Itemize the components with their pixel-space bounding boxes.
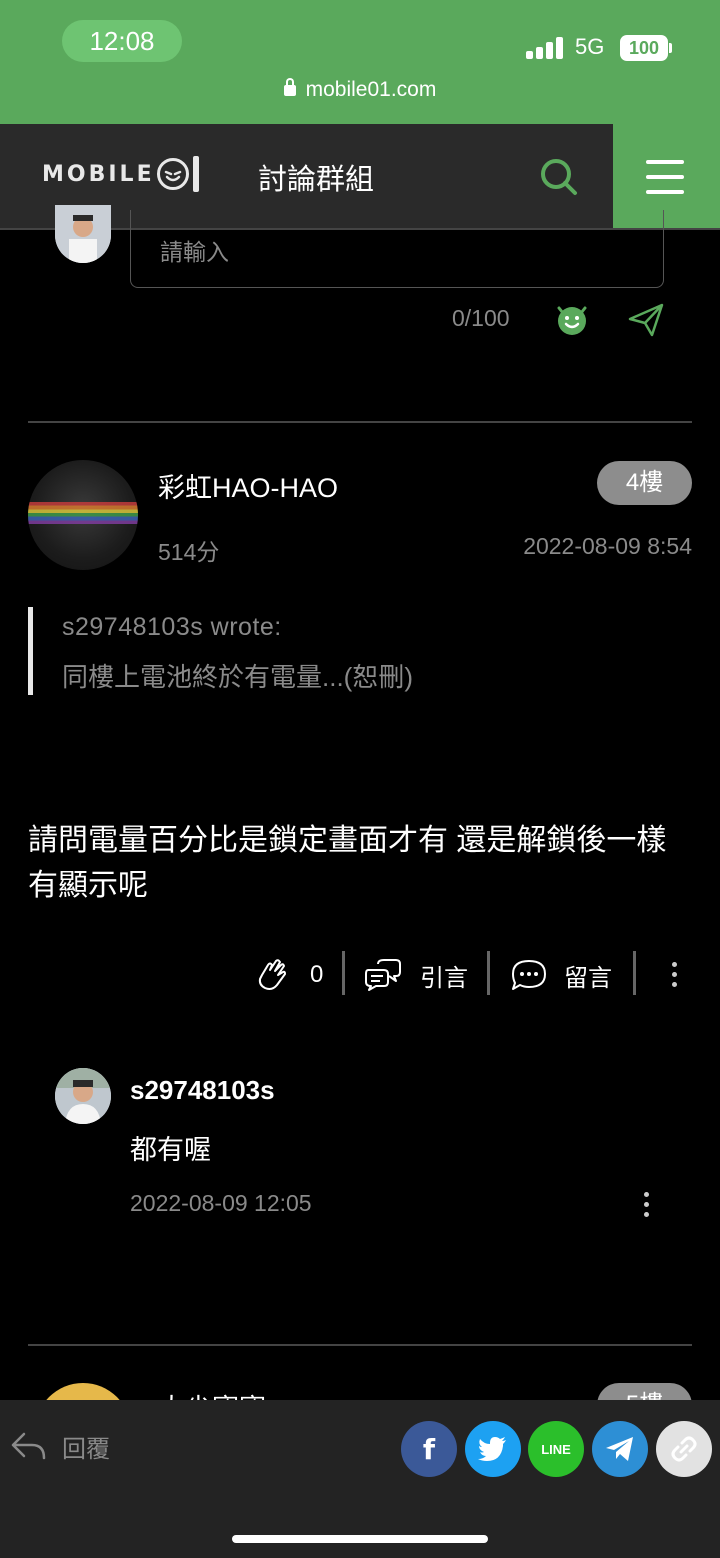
battery-nub [669, 43, 672, 53]
floor-badge: 4樓 [597, 461, 692, 505]
telegram-icon [606, 1437, 633, 1461]
like-button[interactable]: 0 [256, 955, 323, 995]
quote-icon [365, 959, 401, 991]
signal-icon [526, 37, 564, 59]
comment-input-placeholder: 請輸入 [160, 239, 229, 265]
facebook-share-button[interactable]: f [401, 1421, 457, 1477]
quote-label: 引言 [420, 964, 468, 992]
status-time: 12:08 [62, 20, 182, 62]
comment-button[interactable]: 留言 [510, 955, 612, 995]
page-title[interactable]: 討論群組 [258, 156, 374, 198]
copy-link-button[interactable] [656, 1421, 712, 1477]
post-body: 請問電量百分比是鎖定畫面才有 還是解鎖後一樣有顯示呢 [28, 824, 667, 902]
reply-arrow-icon [11, 1432, 46, 1460]
section-divider [28, 421, 692, 423]
post-author-name[interactable]: 彩虹HAO-HAO [158, 466, 338, 505]
emoji-icon[interactable] [555, 302, 589, 336]
quote-button[interactable]: 引言 [364, 955, 468, 995]
post-author-avatar[interactable] [28, 460, 138, 570]
home-indicator[interactable] [232, 1535, 488, 1543]
reply-author-avatar[interactable] [55, 1068, 111, 1124]
twitter-icon [478, 1437, 506, 1461]
facebook-icon: f [422, 1432, 436, 1466]
lock-icon [283, 78, 296, 96]
send-icon[interactable] [628, 303, 664, 337]
twitter-share-button[interactable] [465, 1421, 521, 1477]
line-share-button[interactable]: LINE [528, 1421, 584, 1477]
reply-author-name[interactable]: s29748103s [130, 1075, 275, 1106]
reply-timestamp: 2022-08-09 12:05 [130, 1190, 312, 1216]
comment-bubble-icon [512, 960, 546, 990]
reply-button[interactable]: 回覆 [10, 1428, 110, 1464]
reply-more-options-icon[interactable] [644, 1192, 650, 1222]
logo-one [192, 156, 199, 192]
reply-text: 都有喔 [130, 1135, 211, 1165]
battery-icon: 100 [620, 35, 668, 61]
network-type: 5G [575, 34, 605, 59]
address-bar[interactable]: mobile01.com [0, 78, 720, 102]
telegram-share-button[interactable] [592, 1421, 648, 1477]
author-points: 514分 [158, 539, 220, 565]
line-icon: LINE [541, 1441, 571, 1457]
like-count: 0 [310, 961, 324, 988]
link-icon [671, 1436, 697, 1462]
rainbow-stripe [28, 502, 138, 524]
action-separator [633, 951, 636, 995]
logo-text: MOBILE [42, 161, 155, 187]
quote-author: s29748103s wrote: [62, 613, 282, 641]
action-separator [487, 951, 490, 995]
current-user-avatar [55, 205, 111, 263]
reply-label: 回覆 [62, 1435, 110, 1463]
clap-icon [258, 959, 286, 990]
comment-label: 留言 [564, 964, 612, 992]
search-icon[interactable] [538, 156, 578, 196]
more-options-icon[interactable] [672, 962, 678, 992]
action-separator [342, 951, 345, 995]
quote-text: 同樓上電池終於有電量...(恕刪) [62, 662, 413, 692]
status-bar [0, 0, 720, 124]
post-timestamp: 2022-08-09 8:54 [523, 533, 692, 559]
url-text: mobile01.com [305, 78, 437, 101]
mobile01-logo[interactable]: MOBILE [42, 154, 199, 194]
logo-face-icon [156, 158, 189, 190]
section-divider [28, 1344, 692, 1346]
char-counter: 0/100 [452, 305, 510, 331]
quote-bar [28, 607, 33, 695]
